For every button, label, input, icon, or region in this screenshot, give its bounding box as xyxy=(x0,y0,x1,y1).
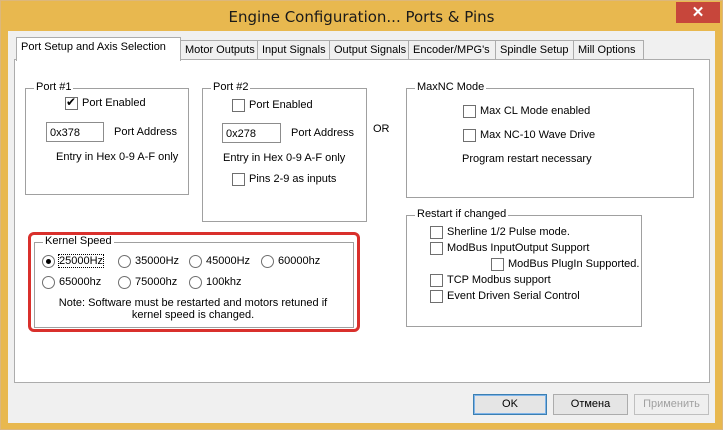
port1-address-input[interactable]: 0x378 xyxy=(46,122,104,142)
port1-enabled-checkbox[interactable] xyxy=(65,95,78,110)
title-bar[interactable]: Engine Configuration... Ports & Pins ✕ xyxy=(1,1,722,31)
kernel-speed-highlight xyxy=(28,232,360,332)
port1-enabled-label: Port Enabled xyxy=(82,97,146,109)
tcp-modbus-checkbox[interactable] xyxy=(430,274,443,287)
modbus-plugin-label: ModBus PlugIn Supported. xyxy=(508,258,640,270)
port1-hint: Entry in Hex 0-9 A-F only xyxy=(56,151,179,163)
tab-panel-port-setup: Port #1 Port Enabled 0x378 Port Address … xyxy=(14,59,710,383)
port1-group: Port #1 Port Enabled 0x378 Port Address … xyxy=(25,81,189,195)
apply-button[interactable]: Применить xyxy=(634,394,709,415)
tab-output-signals[interactable]: Output Signals xyxy=(329,40,409,60)
sherline-checkbox[interactable] xyxy=(430,226,443,239)
max-nc10-label: Max NC-10 Wave Drive xyxy=(480,129,596,141)
sherline-label: Sherline 1/2 Pulse mode. xyxy=(447,226,570,238)
tab-spindle-setup[interactable]: Spindle Setup xyxy=(495,40,574,60)
tab-input-signals[interactable]: Input Signals xyxy=(257,40,330,60)
port2-enabled-label: Port Enabled xyxy=(249,99,313,111)
max-cl-mode-label: Max CL Mode enabled xyxy=(480,105,591,117)
tab-port-setup[interactable]: Port Setup and Axis Selection xyxy=(16,37,181,61)
maxnc-group-label: MaxNC Mode xyxy=(415,81,487,93)
cancel-button[interactable]: Отмена xyxy=(553,394,628,415)
port2-pins-inputs-checkbox[interactable] xyxy=(232,173,245,186)
dialog-window: Engine Configuration... Ports & Pins ✕ P… xyxy=(0,0,723,430)
restart-group: Restart if changed Sherline 1/2 Pulse mo… xyxy=(406,208,642,327)
port2-hint: Entry in Hex 0-9 A-F only xyxy=(223,152,346,164)
port1-address-label: Port Address xyxy=(114,126,177,138)
port2-address-input[interactable]: 0x278 xyxy=(222,123,281,143)
event-driven-serial-checkbox[interactable] xyxy=(430,290,443,303)
tab-encoder-mpgs[interactable]: Encoder/MPG's xyxy=(408,40,496,60)
close-icon[interactable]: ✕ xyxy=(676,2,720,23)
port2-address-label: Port Address xyxy=(291,127,354,139)
port2-enabled-checkbox[interactable] xyxy=(232,99,245,112)
maxnc-group: MaxNC Mode Max CL Mode enabled Max NC-10… xyxy=(406,81,694,198)
window-title: Engine Configuration... Ports & Pins xyxy=(228,8,495,26)
ok-button[interactable]: OK xyxy=(473,394,547,415)
modbus-io-label: ModBus InputOutput Support xyxy=(447,242,590,254)
dialog-client-area: Port Setup and Axis Selection Motor Outp… xyxy=(8,31,715,423)
port2-pins-inputs-label: Pins 2-9 as inputs xyxy=(249,173,337,185)
program-restart-note: Program restart necessary xyxy=(462,153,592,165)
modbus-plugin-checkbox[interactable] xyxy=(491,258,504,271)
or-label: OR xyxy=(373,123,390,135)
port2-group: Port #2 Port Enabled 0x278 Port Address … xyxy=(202,81,367,222)
event-driven-serial-label: Event Driven Serial Control xyxy=(447,290,580,302)
tab-mill-options[interactable]: Mill Options xyxy=(573,40,644,60)
max-nc10-checkbox[interactable] xyxy=(463,129,476,142)
restart-group-label: Restart if changed xyxy=(415,208,509,220)
max-cl-mode-checkbox[interactable] xyxy=(463,105,476,118)
port2-group-label: Port #2 xyxy=(211,81,251,93)
port1-group-label: Port #1 xyxy=(34,81,74,93)
modbus-io-checkbox[interactable] xyxy=(430,242,443,255)
tab-motor-outputs[interactable]: Motor Outputs xyxy=(180,40,259,60)
tcp-modbus-label: TCP Modbus support xyxy=(447,274,551,286)
